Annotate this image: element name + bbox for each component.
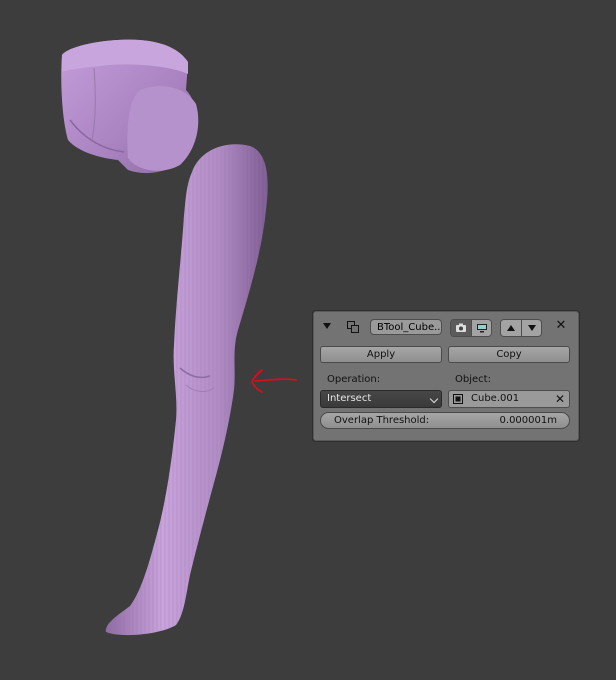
camera-icon [456,323,466,332]
modifier-name-field[interactable]: BTool_Cube... [370,319,442,335]
mesh-object-icon [453,394,463,404]
threshold-label: Overlap Threshold: [334,415,430,426]
object-value: Cube.001 [471,393,520,404]
display-icon [476,324,487,333]
clear-icon[interactable]: ✕ [555,391,565,407]
render-toggle[interactable] [451,320,471,336]
operation-dropdown[interactable]: Intersect [320,390,442,408]
move-down-icon [527,325,536,331]
copy-button[interactable]: Copy [448,346,570,363]
annotation-arrow [251,369,297,393]
visibility-toggles [450,319,492,337]
collapse-arrow-icon[interactable] [323,323,331,329]
threshold-value: 0.000001m [499,415,557,426]
operation-label: Operation: [327,374,381,385]
chevron-down-icon [429,394,439,404]
hip-mesh [61,39,199,174]
move-up-button[interactable] [501,320,521,336]
leg-mesh [105,144,268,636]
close-icon[interactable]: ✕ [554,318,568,334]
apply-button[interactable]: Apply [320,346,442,363]
boolean-modifier-icon [347,321,359,333]
object-label: Object: [455,374,491,385]
move-down-button[interactable] [521,320,541,336]
operation-value: Intersect [327,393,372,404]
overlap-threshold-field[interactable]: Overlap Threshold: 0.000001m [320,412,570,429]
order-buttons [500,319,542,337]
viewport-toggle[interactable] [471,320,491,336]
boolean-modifier-panel: BTool_Cube... ✕ Apply Copy Operation: Ob… [313,311,579,441]
object-field[interactable]: Cube.001 ✕ [448,390,570,408]
move-up-icon [507,325,515,331]
